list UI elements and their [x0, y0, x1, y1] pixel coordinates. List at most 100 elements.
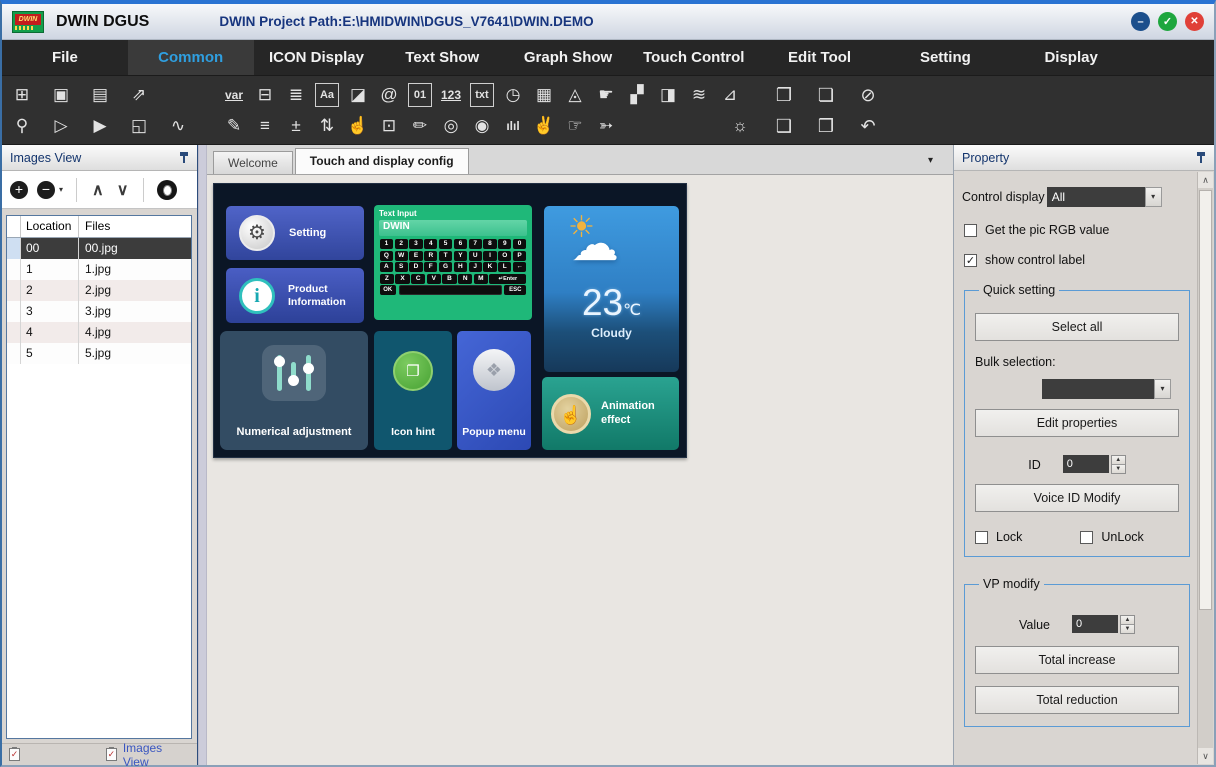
key-v[interactable]: V [427, 274, 441, 284]
tile-popup-menu[interactable]: ❖ Popup menu [457, 331, 531, 450]
tile-icon-hint[interactable]: ❐ Icon hint [374, 331, 452, 450]
key-5[interactable]: 5 [439, 239, 452, 249]
bulk-selection-dropdown-icon[interactable]: ▾ [1154, 379, 1171, 399]
key-2[interactable]: 2 [395, 239, 408, 249]
key-c[interactable]: C [411, 274, 425, 284]
lock-checkbox[interactable]: Lock [975, 530, 1022, 544]
key-f[interactable]: F [424, 262, 437, 272]
key-e[interactable]: E [409, 251, 422, 261]
list-icon[interactable]: ≡ [253, 113, 277, 139]
menu-item-graph-show[interactable]: Graph Show [505, 40, 631, 75]
key-1[interactable]: 1 [380, 239, 393, 249]
close-button[interactable]: ✕ [1185, 12, 1204, 31]
undo-icon[interactable]: ↶ [856, 113, 880, 139]
key-esc[interactable]: ESC [504, 285, 526, 295]
checkbox-box[interactable]: ✓ [964, 254, 977, 267]
audio-icon[interactable]: ılıl [501, 113, 525, 139]
paste-page-icon[interactable]: ❒ [814, 113, 838, 139]
pin-icon[interactable] [179, 151, 189, 164]
text-file-icon[interactable]: txt [470, 83, 494, 107]
pencil-icon[interactable]: ✏ [408, 113, 432, 139]
image-row-5[interactable]: 55.jpg [7, 343, 191, 364]
key-g[interactable]: G [439, 262, 452, 272]
key-a[interactable]: A [380, 262, 393, 272]
voice-id-modify-button[interactable]: Voice ID Modify [975, 484, 1179, 512]
select-all-button[interactable]: Select all [975, 313, 1179, 341]
menu-item-edit-tool[interactable]: Edit Tool [757, 40, 883, 75]
drag-gesture-icon[interactable]: ➳ [594, 113, 618, 139]
touch-press-icon[interactable]: ☝ [346, 113, 370, 139]
key-y[interactable]: Y [454, 251, 467, 261]
key-0[interactable]: 0 [513, 239, 526, 249]
key-3[interactable]: 3 [409, 239, 422, 249]
panel-tab-hidden[interactable]: ✓ [9, 748, 84, 761]
menu-item-setting[interactable]: Setting [882, 40, 1008, 75]
touch-form-icon[interactable]: ☛ [594, 82, 618, 108]
image-row-2[interactable]: 22.jpg [7, 280, 191, 301]
image-display-icon[interactable]: ◪ [346, 82, 370, 108]
scroll-up-icon[interactable]: ∧ [1198, 172, 1213, 188]
save-icon[interactable]: ▣ [49, 82, 73, 108]
shape-icon[interactable]: ◬ [563, 82, 587, 108]
menu-item-file[interactable]: File [2, 40, 128, 75]
rotate-gesture-icon[interactable]: ✌ [532, 113, 556, 139]
key-z[interactable]: Z [380, 274, 394, 284]
copy-page-icon[interactable]: ❑ [772, 113, 796, 139]
image-row-3[interactable]: 33.jpg [7, 301, 191, 322]
key-s[interactable]: S [395, 262, 408, 272]
spin-up-icon[interactable]: ▲ [1121, 616, 1134, 624]
move-down-icon[interactable]: ∨ [115, 180, 131, 200]
spin-down-icon[interactable]: ▼ [1112, 464, 1125, 473]
control-display-select[interactable]: All [1047, 187, 1145, 207]
calendar-icon[interactable]: ▦ [532, 82, 556, 108]
key-d[interactable]: D [409, 262, 422, 272]
key-6[interactable]: 6 [454, 239, 467, 249]
show-control-label-checkbox[interactable]: ✓ show control label [964, 253, 1192, 267]
slide-gesture-icon[interactable]: ☞ [563, 113, 587, 139]
edit-properties-button[interactable]: Edit properties [975, 409, 1179, 437]
rtc-display-icon[interactable]: @ [377, 82, 401, 108]
number-display-icon[interactable]: 123 [439, 82, 463, 108]
keyboard-input-strip[interactable] [399, 285, 502, 295]
key-w[interactable]: W [395, 251, 408, 261]
property-scrollbar[interactable]: ∧ ∨ [1197, 172, 1213, 764]
dock-splitter[interactable] [198, 145, 207, 765]
key-p[interactable]: P [513, 251, 526, 261]
table-edit-icon[interactable]: ⊡ [377, 113, 401, 139]
preview-eye-icon[interactable] [157, 180, 177, 200]
text-input-field[interactable]: DWIN [379, 220, 527, 236]
checkbox-box[interactable] [964, 224, 977, 237]
key-8[interactable]: 8 [483, 239, 496, 249]
tab-list-dropdown-icon[interactable]: ▾ [928, 155, 933, 166]
key-[interactable]: ← [513, 262, 526, 272]
play-icon[interactable]: ▷ [49, 113, 73, 139]
bit-variable-icon[interactable]: 01 [408, 83, 432, 107]
menu-item-display[interactable]: Display [1008, 40, 1134, 75]
scrollbar-thumb[interactable] [1199, 190, 1212, 610]
screen-design-canvas[interactable]: ⚙ Setting i Product Information Numerica… [213, 183, 687, 458]
qr-code-icon[interactable]: ▞ [625, 82, 649, 108]
dropdown-caret-icon[interactable]: ▾ [59, 185, 63, 194]
variable-icon[interactable]: var [222, 82, 246, 108]
get-rgb-checkbox[interactable]: Get the pic RGB value [964, 223, 1192, 237]
frame-icon[interactable]: ⊟ [253, 82, 277, 108]
key-x[interactable]: X [395, 274, 409, 284]
curve-icon[interactable]: ∿ [166, 113, 190, 139]
control-display-dropdown-icon[interactable]: ▾ [1145, 187, 1162, 207]
disk-search-icon[interactable]: ◉ [470, 113, 494, 139]
key-t[interactable]: T [439, 251, 452, 261]
scroll-down-icon[interactable]: ∨ [1198, 748, 1213, 764]
key-u[interactable]: U [469, 251, 482, 261]
find-file-icon[interactable]: ⚲ [10, 113, 34, 139]
key-4[interactable]: 4 [424, 239, 437, 249]
text-display-icon[interactable]: Aa [315, 83, 339, 107]
total-reduction-button[interactable]: Total reduction [975, 686, 1179, 714]
unlock-checkbox[interactable]: UnLock [1080, 530, 1143, 544]
add-image-icon[interactable]: + [10, 181, 28, 199]
key-q[interactable]: Q [380, 251, 393, 261]
id-spinner[interactable]: 0 ▲▼ [1063, 455, 1126, 474]
tile-numerical-adjustment[interactable]: Numerical adjustment [220, 331, 368, 450]
key-i[interactable]: I [483, 251, 496, 261]
panel-tab-images-view[interactable]: ✓Images View [106, 741, 190, 767]
key-7[interactable]: 7 [469, 239, 482, 249]
